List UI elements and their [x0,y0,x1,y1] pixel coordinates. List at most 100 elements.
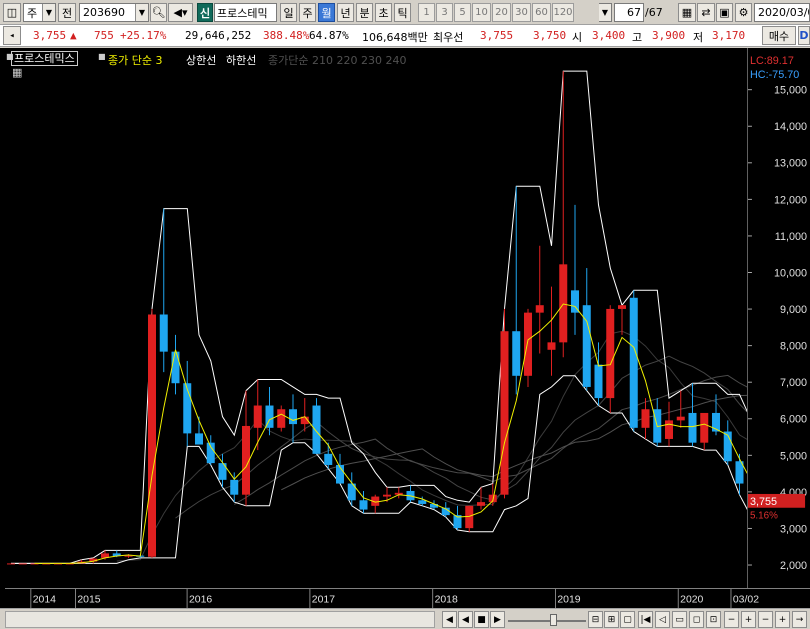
time-tick-label: 03/02 [733,594,759,605]
save-icon[interactable]: ▣ [716,3,733,22]
interval-dropdown[interactable]: ▼ [599,3,612,22]
sell-button[interactable]: D [798,26,810,45]
chevron-down-icon: ▼ [599,4,611,21]
candle-body [418,500,427,504]
current-price: 3,755 [33,29,67,42]
window-icon[interactable]: ◫ [3,3,21,22]
play-left-icon[interactable]: ◀ [458,611,473,628]
interval-button-30[interactable]: 30 [512,3,531,22]
candle-body [524,312,532,376]
grid-icon[interactable]: ▦ [12,67,24,79]
candle-body [171,351,180,384]
legend-lower-band[interactable]: 하한선 [226,52,256,68]
prev-button[interactable]: 전 [58,3,76,22]
period-tab-0[interactable]: 일 [280,3,297,22]
first-icon[interactable]: |◀ [638,611,653,628]
interval-button-3[interactable]: 3 [436,3,453,22]
interval-button-20[interactable]: 20 [492,3,511,22]
candle-icon[interactable]: ▦ [678,3,696,22]
price-chart[interactable] [5,48,747,588]
scroll-track[interactable] [5,611,435,628]
candle-body [324,453,333,465]
price-tick-label: 11,000 [775,231,807,243]
time-tick-label: 2014 [33,594,56,605]
zoom-out-icon[interactable]: ⊟ [588,611,603,628]
candle-body [477,502,485,506]
time-tick-label: 2015 [77,594,100,605]
hc-label: HC:-75.70 [750,69,799,81]
candle-body [535,305,544,313]
candle-body [312,405,321,454]
candle-body [618,305,626,309]
period-tab-4[interactable]: 분 [356,3,373,22]
candle-body [629,297,638,428]
time-tick-label: 2019 [557,594,580,605]
period-tab-2[interactable]: 월 [318,3,335,22]
rewind-icon[interactable]: ◀ [442,611,457,628]
add-icon[interactable]: + [741,611,756,628]
legend-long-ma[interactable]: 종가단순 210 220 230 240 [268,52,406,68]
low-label: 저 [693,31,704,44]
count-input[interactable]: 67 [614,3,644,22]
market-select[interactable]: 주 ▼ [23,3,56,22]
high-price: 3,900 [652,29,686,42]
high-label: 고 [632,31,643,44]
volume-value: 29,646,252 [185,29,252,42]
split-icon[interactable]: ⊡ [706,611,721,628]
period-tab-6[interactable]: 틱 [394,3,411,22]
interval-button-60[interactable]: 60 [532,3,551,22]
candle-body [359,500,368,510]
period-tab-1[interactable]: 주 [299,3,316,22]
buy-button[interactable]: 매수 [762,26,796,45]
compare-icon[interactable]: ⇄ [697,3,715,22]
quote-toggle-icon[interactable]: ◂ [3,26,21,45]
lc-label: LC:89.17 [750,55,794,67]
stop-button[interactable]: ■ [474,611,489,628]
period-tab-5[interactable]: 초 [375,3,392,22]
change-value: 755 [94,29,114,42]
interval-buttons: 1 3 5 10 20 30 60 120 [418,3,598,22]
time-tick-label: 2016 [189,594,212,605]
zoom-slider[interactable] [508,611,586,628]
scroll-bar: ◀ ◀ ■ ▶ ⊟ ⊞ ▢ |◀ ◁ ▭ ◻ ⊡ − + − + → [0,608,810,629]
arrow-right-icon[interactable]: → [792,611,807,628]
expand-icon[interactable]: ◻ [689,611,704,628]
candle-body [277,409,286,428]
period-tab-3[interactable]: 년 [337,3,354,22]
candle-body [183,383,192,434]
zoom-slider-handle[interactable] [550,614,557,626]
zoom-in-icon[interactable]: ⊞ [604,611,619,628]
best-label: 최우선 [433,31,464,44]
interval-button-1[interactable]: 1 [418,3,435,22]
play-right-icon[interactable]: ▶ [490,611,505,628]
scroll-left-icon[interactable]: ◁ [655,611,670,628]
price-tick-label: 12,000 [774,194,807,206]
legend-ma3[interactable]: 종가 단순 3 [108,52,162,68]
candle-body [500,331,509,495]
open-price: 3,400 [592,29,626,42]
search-icon[interactable]: 🔍︎ [150,3,167,22]
date-input[interactable]: 2020/03/0 [754,3,810,22]
candle-body [676,416,685,421]
price-tick-label: 2,000 [780,560,807,572]
interval-button-10[interactable]: 10 [472,3,491,22]
code-input-value: 203690 [83,6,125,19]
zoom-minus-icon[interactable]: − [758,611,773,628]
candle-body [148,314,156,557]
interval-button-5[interactable]: 5 [454,3,471,22]
collapse-icon[interactable]: ▭ [672,611,687,628]
candle-body [124,555,133,557]
sound-icon[interactable]: ◀▾ [168,3,193,22]
candle-body [641,409,650,428]
gear-icon[interactable]: ⚙ [735,3,752,22]
chevron-down-icon: ▼ [42,4,55,21]
restore-icon[interactable]: ▢ [620,611,635,628]
legend-stock-name[interactable]: 프로스테믹스 [11,51,78,66]
legend-upper-band[interactable]: 상한선 [186,52,216,68]
interval-button-120[interactable]: 120 [552,3,574,22]
remove-icon[interactable]: − [724,611,739,628]
zoom-plus-icon[interactable]: + [775,611,790,628]
code-input[interactable]: 203690 ▼ [79,3,149,22]
candle-body [230,479,239,495]
price-tick-label: 7,000 [780,377,807,389]
